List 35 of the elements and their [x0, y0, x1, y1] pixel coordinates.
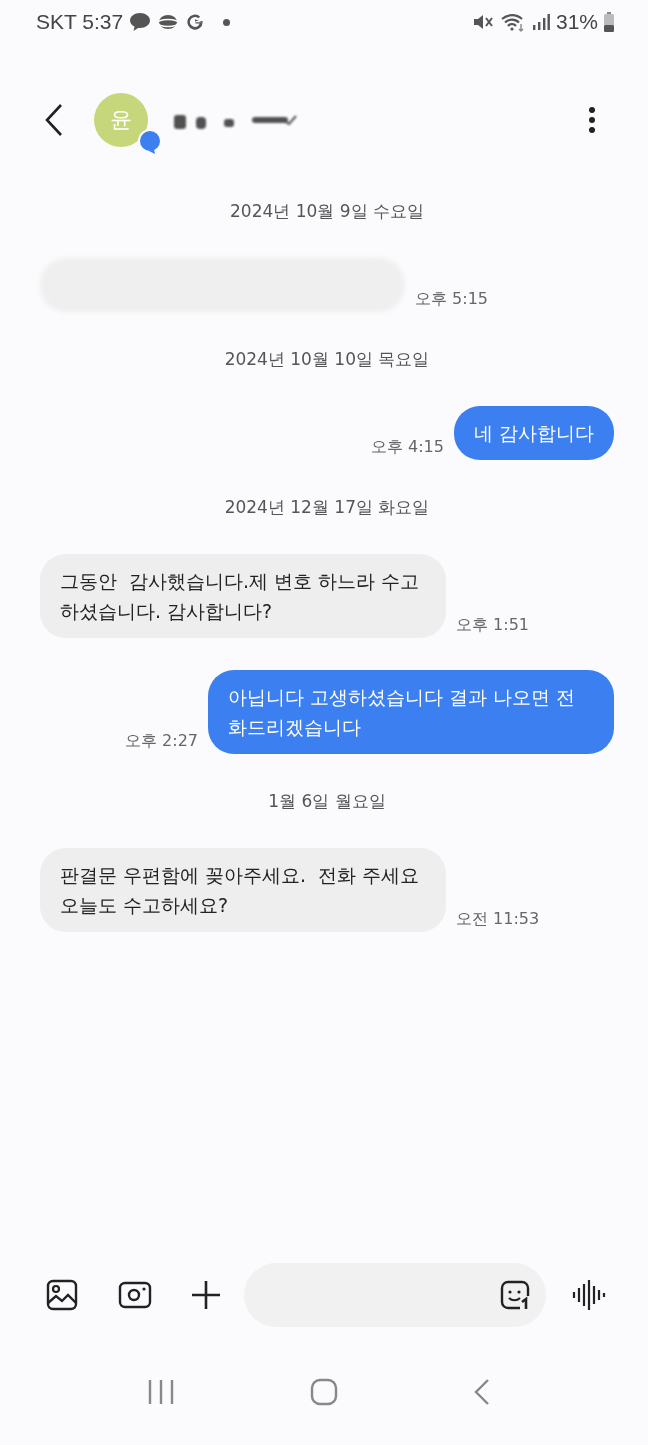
date-divider: 1월 6일 월요일 [268, 789, 386, 813]
voice-wave-icon[interactable] [572, 1279, 606, 1311]
message-time: 오전 11:53 [456, 909, 540, 930]
message-time: 오후 5:15 [415, 289, 488, 310]
back-icon[interactable] [44, 103, 64, 137]
home-icon[interactable] [310, 1378, 338, 1406]
message-time: 오후 2:27 [125, 731, 198, 752]
notification-dot-icon [223, 18, 231, 26]
incoming-message-bubble: 판결문 우편함에 꽂아주세요. 전화 주세요 오늘도 수고하세요? [40, 848, 446, 932]
date-divider: 2024년 12월 17일 화요일 [224, 495, 430, 519]
battery-icon [604, 12, 614, 32]
chat-bubble-icon [129, 12, 152, 32]
carrier-time: SKT 5:37 [36, 10, 124, 34]
google-g-icon [185, 12, 206, 32]
battery-percent: 31% [555, 10, 598, 34]
incoming-message-bubble: 그동안 감사했습니다.제 변호 하느라 수고하셨습니다. 감사합니다? [40, 554, 446, 638]
message-time: 오후 1:51 [456, 615, 529, 636]
planet-icon [157, 13, 180, 31]
wifi-icon [499, 12, 526, 32]
more-options-icon[interactable] [588, 106, 596, 134]
outgoing-message-bubble: 네 감사합니다 [453, 406, 614, 460]
sticker-icon[interactable] [500, 1280, 530, 1310]
message-time: 오후 4:15 [370, 437, 444, 458]
camera-icon[interactable] [118, 1281, 152, 1309]
back-nav-icon[interactable] [472, 1378, 491, 1406]
signal-icon [531, 13, 550, 31]
add-icon[interactable] [190, 1279, 222, 1311]
gallery-icon[interactable] [46, 1279, 78, 1311]
date-divider: 2024년 10월 10일 목요일 [224, 347, 430, 371]
mute-icon [471, 12, 494, 32]
date-divider: 2024년 10월 9일 수요일 [230, 199, 424, 223]
recent-apps-icon[interactable] [147, 1379, 176, 1405]
contact-avatar[interactable]: 윤 [94, 93, 148, 147]
message-badge-icon [138, 129, 162, 155]
outgoing-message-bubble: 아닙니다 고생하셨습니다 결과 나오면 전화드리겠습니다 [208, 670, 614, 754]
